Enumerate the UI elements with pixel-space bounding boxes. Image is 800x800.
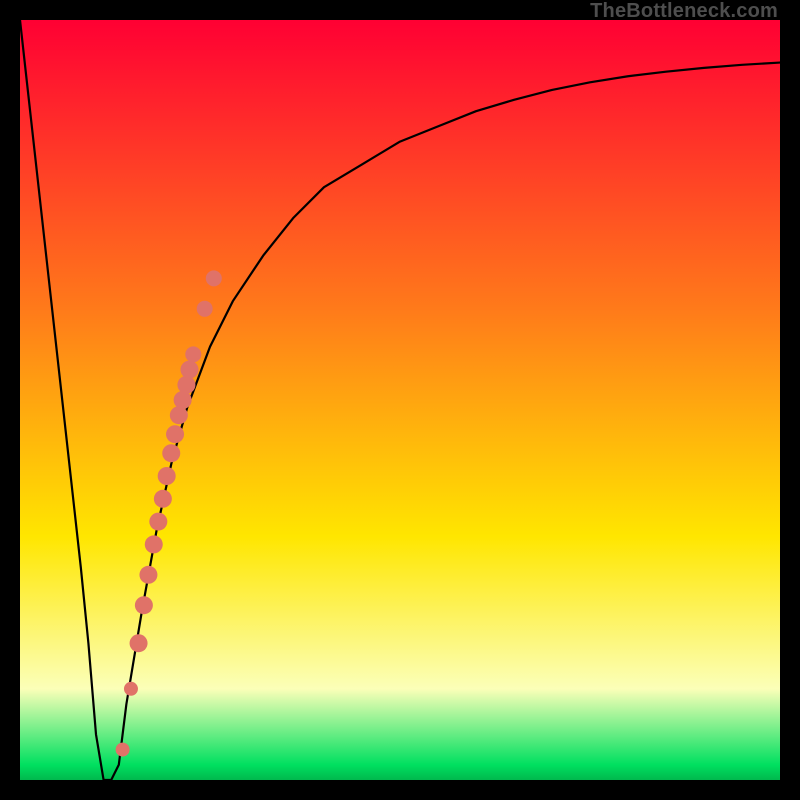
highlight-dot: [206, 270, 222, 286]
highlight-dot: [177, 376, 195, 394]
highlight-dot: [135, 596, 153, 614]
highlight-dot: [170, 406, 188, 424]
chart-frame: TheBottleneck.com: [0, 0, 800, 800]
highlight-dot: [174, 391, 192, 409]
highlight-dot: [130, 634, 148, 652]
highlight-dot: [149, 513, 167, 531]
highlight-dot: [145, 535, 163, 553]
highlight-dot: [166, 425, 184, 443]
highlight-dot: [162, 444, 180, 462]
plot-area: [20, 20, 780, 780]
highlight-dot: [154, 490, 172, 508]
highlight-dot: [124, 682, 138, 696]
bottleneck-chart: [20, 20, 780, 780]
highlight-dot: [180, 361, 198, 379]
gradient-background: [20, 20, 780, 780]
highlight-dot: [116, 743, 130, 757]
highlight-dot: [139, 566, 157, 584]
highlight-dot: [158, 467, 176, 485]
highlight-dot: [185, 346, 201, 362]
highlight-dot: [197, 301, 213, 317]
